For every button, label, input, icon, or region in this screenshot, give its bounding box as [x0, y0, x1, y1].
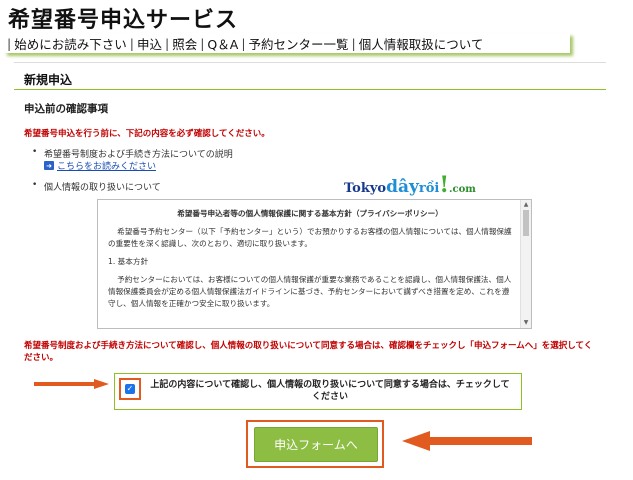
nav-item-privacy[interactable]: 個人情報取扱について [359, 34, 484, 53]
nav-item-inquiry[interactable]: 照会 [172, 34, 197, 53]
sub-title: 申込前の確認事項 [24, 103, 108, 115]
privacy-policy-text: 希望番号申込者等の個人情報保護に関する基本方針（プライバシーポリシー） 希望番号… [98, 200, 520, 328]
policy-section-heading: 1. 基本方針 [108, 257, 149, 266]
main-nav: | 始めにお読み下さい | 申込 | 照会 | Q＆A | 予約センター一覧 |… [4, 33, 570, 53]
scroll-thumb[interactable] [523, 210, 529, 236]
apply-form-button[interactable]: 申込フォームへ [254, 427, 378, 462]
main-content: 新規申込 申込前の確認事項 希望番号申込を行う前に、下記の内容を必ず確認してくだ… [14, 62, 606, 475]
privacy-policy-box[interactable]: 希望番号申込者等の個人情報保護に関する基本方針（プライバシーポリシー） 希望番号… [97, 199, 532, 329]
read-link-row: ➜ こちらをお読みください [44, 159, 156, 172]
nav-separator: | [129, 35, 134, 51]
scroll-up-icon[interactable]: ▲ [521, 201, 531, 209]
nav-separator: | [351, 35, 356, 51]
nav-separator: | [7, 35, 12, 51]
nav-separator: | [200, 35, 205, 51]
policy-scrollbar[interactable]: ▲ ▼ [520, 200, 531, 328]
watermark-logo: Tokyodâyrồi!.com [344, 172, 476, 198]
pointer-arrow-icon [402, 431, 532, 451]
section-divider [14, 89, 606, 90]
nav-separator: | [164, 35, 170, 51]
read-here-link[interactable]: こちらをお読みください [57, 159, 156, 172]
nav-separator: | [241, 35, 246, 51]
submit-highlight: 申込フォームへ [246, 420, 384, 468]
notice-bottom: 希望番号制度および手続き方法について確認し、個人情報の取り扱いについて同意する場… [24, 341, 593, 363]
pointer-arrow-icon [34, 379, 109, 389]
scroll-down-icon[interactable]: ▼ [521, 319, 531, 327]
agree-checkbox-frame[interactable]: ✓ [119, 378, 141, 400]
policy-paragraph: 予約センターにおいては、お客様についての個人情報保護が重要な業務であることを認識… [108, 275, 512, 308]
arrow-right-icon: ➜ [44, 161, 54, 170]
bullet-privacy: 個人情報の取り扱いについて [32, 180, 161, 193]
site-title: 希望番号申込サービス [8, 8, 239, 33]
nav-item-apply[interactable]: 申込 [137, 34, 162, 53]
agree-box: ✓ 上記の内容について確認し、個人情報の取り扱いについて同意する場合は、チェック… [114, 373, 522, 410]
policy-heading: 希望番号申込者等の個人情報保護に関する基本方針（プライバシーポリシー） [177, 209, 443, 218]
nav-item-centers[interactable]: 予約センター一覧 [249, 34, 349, 53]
policy-paragraph: 希望番号予約センター（以下「予約センター」という）でお預かりするお客様の個人情報… [108, 227, 512, 248]
agree-checkbox[interactable]: ✓ [125, 384, 135, 394]
nav-item-read-first[interactable]: 始めにお読み下さい [14, 34, 127, 53]
section-title: 新規申込 [24, 73, 73, 87]
agree-label[interactable]: 上記の内容について確認し、個人情報の取り扱いについて同意する場合は、チェックして… [147, 379, 513, 403]
nav-item-faq[interactable]: Q＆A [207, 34, 238, 53]
notice-top: 希望番号申込を行う前に、下記の内容を必ず確認してください。 [24, 129, 270, 139]
